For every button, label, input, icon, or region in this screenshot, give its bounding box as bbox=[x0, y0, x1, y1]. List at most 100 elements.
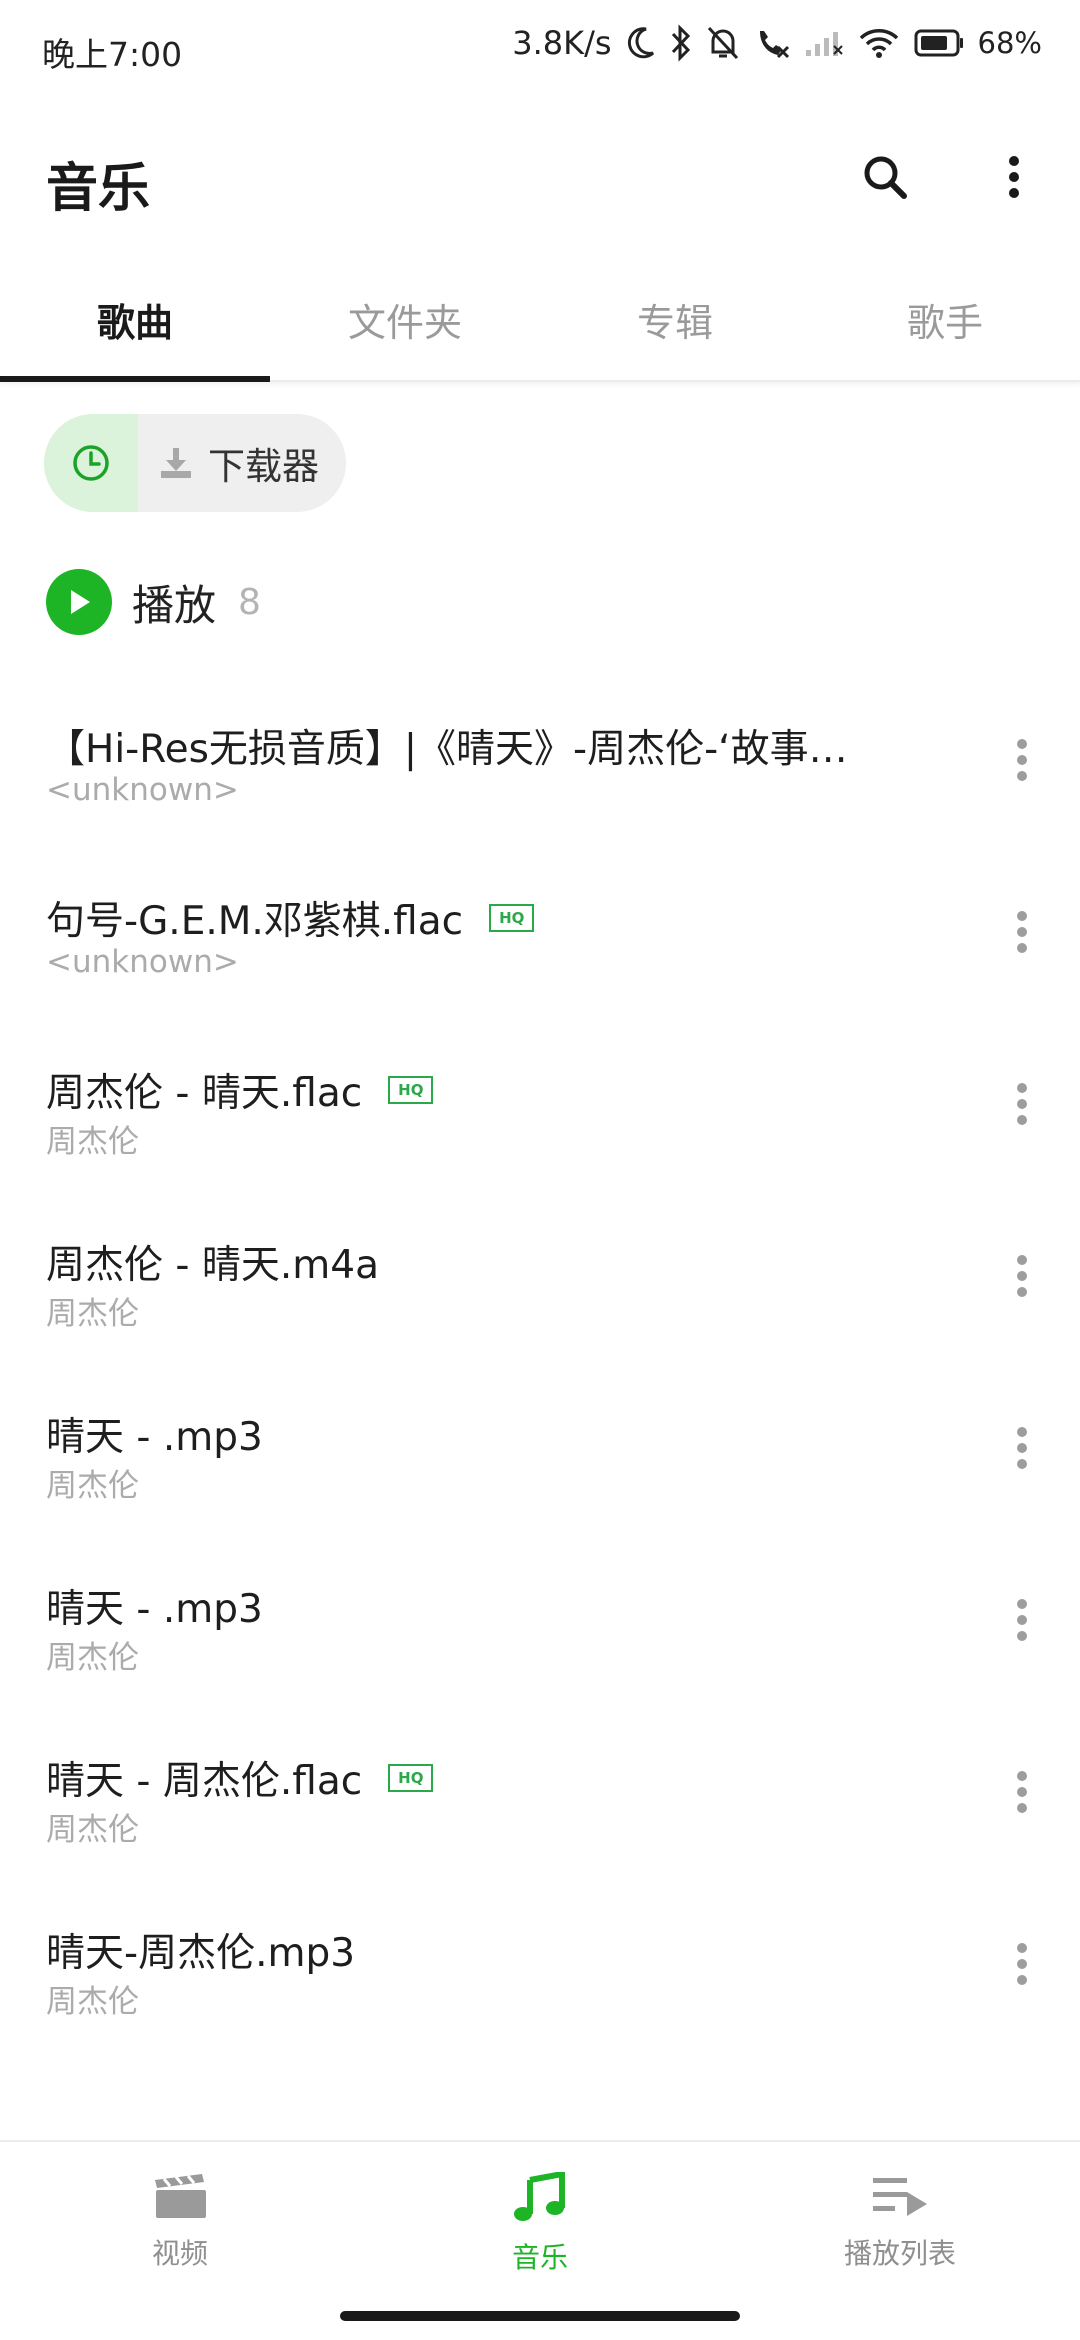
more-vertical-icon bbox=[1017, 1771, 1027, 1813]
song-artist: <unknown> bbox=[46, 944, 239, 980]
video-clapper-icon bbox=[155, 2174, 206, 2218]
battery-icon bbox=[914, 28, 964, 58]
song-more-button[interactable] bbox=[998, 1934, 1046, 1994]
network-speed: 3.8K/s bbox=[512, 24, 612, 62]
song-artist: 周杰伦 bbox=[46, 1812, 139, 1848]
moon-icon bbox=[626, 26, 656, 60]
tab-albums[interactable]: 专辑 bbox=[540, 270, 810, 382]
song-more-button[interactable] bbox=[998, 1418, 1046, 1478]
more-vertical-icon bbox=[1017, 1943, 1027, 1985]
tab-artists-label: 歌手 bbox=[906, 301, 983, 345]
song-artist: 周杰伦 bbox=[46, 1296, 139, 1332]
search-button[interactable] bbox=[852, 144, 918, 210]
home-indicator[interactable] bbox=[340, 2311, 740, 2321]
quick-chips: 下载器 bbox=[44, 414, 346, 512]
downloader-label: 下载器 bbox=[208, 445, 319, 488]
bottom-nav: 视频 音乐 播放列表 bbox=[0, 2140, 1080, 2340]
signal-icon bbox=[804, 28, 844, 58]
song-title: 晴天 - 周杰伦.flac HQ bbox=[46, 1750, 434, 1806]
more-vertical-icon bbox=[1017, 1255, 1027, 1297]
song-more-button[interactable] bbox=[998, 1762, 1046, 1822]
song-title-text: 句号-G.E.M.邓紫棋.flac bbox=[46, 899, 464, 944]
song-title-text: 晴天 - 周杰伦.flac bbox=[46, 1759, 363, 1804]
hq-badge: HQ bbox=[388, 1076, 434, 1104]
song-artist: 周杰伦 bbox=[46, 1468, 139, 1504]
song-more-button[interactable] bbox=[998, 730, 1046, 790]
tab-artists[interactable]: 歌手 bbox=[810, 270, 1080, 382]
status-time: 晚上7:00 bbox=[42, 35, 183, 74]
tab-folders[interactable]: 文件夹 bbox=[270, 270, 540, 382]
song-title-text: 【Hi-Res无损音质】|《晴天》-周杰伦-‘故事的小黄花’ bbox=[46, 727, 886, 772]
song-title-text: 周杰伦 - 晴天.flac bbox=[46, 1071, 363, 1116]
play-icon bbox=[46, 569, 112, 635]
more-vertical-icon bbox=[1009, 156, 1019, 198]
battery-percent: 68% bbox=[977, 26, 1042, 60]
app-bar: 音乐 bbox=[0, 120, 1080, 230]
song-title-text: 晴天 - .mp3 bbox=[46, 1587, 263, 1632]
nav-music-label: 音乐 bbox=[511, 2241, 568, 2274]
song-row[interactable]: 周杰伦 - 晴天.m4a 周杰伦 bbox=[0, 1234, 1080, 1406]
tab-songs-label: 歌曲 bbox=[96, 301, 173, 345]
song-artist: 周杰伦 bbox=[46, 1124, 139, 1160]
search-icon bbox=[864, 156, 907, 199]
song-more-button[interactable] bbox=[998, 1074, 1046, 1134]
play-all-button[interactable]: 播放 8 bbox=[46, 567, 261, 637]
music-note-icon bbox=[514, 2172, 565, 2221]
nav-playlist-label: 播放列表 bbox=[843, 2237, 956, 2270]
nav-video[interactable]: 视频 bbox=[0, 2172, 360, 2272]
song-artist: 周杰伦 bbox=[46, 1640, 139, 1676]
song-row[interactable]: 晴天-周杰伦.mp3 周杰伦 bbox=[0, 1922, 1080, 2094]
hq-badge: HQ bbox=[388, 1764, 434, 1792]
song-title-text: 周杰伦 - 晴天.m4a bbox=[46, 1243, 379, 1288]
song-title: 晴天 - .mp3 bbox=[46, 1578, 263, 1634]
downloader-chip[interactable]: 下载器 bbox=[138, 414, 346, 512]
song-row[interactable]: 【Hi-Res无损音质】|《晴天》-周杰伦-‘故事的小黄花’ <unknown> bbox=[0, 718, 1080, 890]
nav-playlist[interactable]: 播放列表 bbox=[720, 2172, 1080, 2272]
music-app-screen: 晚上7:00 3.8K/s 68% 音乐 歌曲 文件夹 专辑 歌手 下载器 播放… bbox=[0, 0, 1080, 2340]
more-vertical-icon bbox=[1017, 739, 1027, 781]
nav-music[interactable]: 音乐 bbox=[360, 2172, 720, 2276]
wifi-icon bbox=[858, 27, 900, 59]
more-vertical-icon bbox=[1017, 1427, 1027, 1469]
clock-icon bbox=[73, 445, 109, 481]
song-title: 周杰伦 - 晴天.flac HQ bbox=[46, 1062, 434, 1118]
song-row[interactable]: 晴天 - .mp3 周杰伦 bbox=[0, 1406, 1080, 1578]
song-title: 晴天 - .mp3 bbox=[46, 1406, 263, 1462]
tab-songs[interactable]: 歌曲 bbox=[0, 270, 270, 382]
download-icon bbox=[161, 448, 191, 478]
song-row[interactable]: 晴天 - .mp3 周杰伦 bbox=[0, 1578, 1080, 1750]
song-title: 周杰伦 - 晴天.m4a bbox=[46, 1234, 379, 1290]
song-count: 8 bbox=[238, 581, 261, 623]
tab-indicator bbox=[0, 376, 270, 382]
song-row[interactable]: 周杰伦 - 晴天.flac HQ 周杰伦 bbox=[0, 1062, 1080, 1234]
song-title: 句号-G.E.M.邓紫棋.flac HQ bbox=[46, 890, 535, 946]
song-row[interactable]: 句号-G.E.M.邓紫棋.flac HQ <unknown> bbox=[0, 890, 1080, 1062]
song-more-button[interactable] bbox=[998, 902, 1046, 962]
song-more-button[interactable] bbox=[998, 1246, 1046, 1306]
more-vertical-icon bbox=[1017, 911, 1027, 953]
tab-bar: 歌曲 文件夹 专辑 歌手 bbox=[0, 270, 1080, 382]
recent-history-chip[interactable] bbox=[44, 414, 138, 512]
tab-albums-label: 专辑 bbox=[636, 301, 713, 345]
song-title: 晴天-周杰伦.mp3 bbox=[46, 1922, 355, 1978]
song-title-text: 晴天-周杰伦.mp3 bbox=[46, 1931, 356, 1976]
playlist-icon bbox=[873, 2178, 927, 2216]
status-icons: 3.8K/s 68% bbox=[512, 24, 1042, 62]
nav-video-label: 视频 bbox=[151, 2237, 208, 2270]
song-more-button[interactable] bbox=[998, 1590, 1046, 1650]
song-artist: <unknown> bbox=[46, 772, 239, 808]
hq-badge: HQ bbox=[489, 904, 535, 932]
more-vertical-icon bbox=[1017, 1599, 1027, 1641]
bell-off-icon bbox=[706, 25, 740, 61]
tab-folders-label: 文件夹 bbox=[347, 301, 462, 345]
page-title: 音乐 bbox=[46, 159, 151, 219]
missed-call-icon bbox=[754, 25, 790, 61]
song-row[interactable]: 晴天 - 周杰伦.flac HQ 周杰伦 bbox=[0, 1750, 1080, 1922]
play-all-label: 播放 bbox=[132, 580, 217, 630]
song-title: 【Hi-Res无损音质】|《晴天》-周杰伦-‘故事的小黄花’ bbox=[46, 718, 886, 774]
bluetooth-icon bbox=[670, 24, 692, 62]
song-title-text: 晴天 - .mp3 bbox=[46, 1415, 263, 1460]
status-bar: 晚上7:00 3.8K/s 68% bbox=[0, 0, 1080, 96]
more-options-button[interactable] bbox=[990, 144, 1038, 210]
song-artist: 周杰伦 bbox=[46, 1984, 139, 2020]
